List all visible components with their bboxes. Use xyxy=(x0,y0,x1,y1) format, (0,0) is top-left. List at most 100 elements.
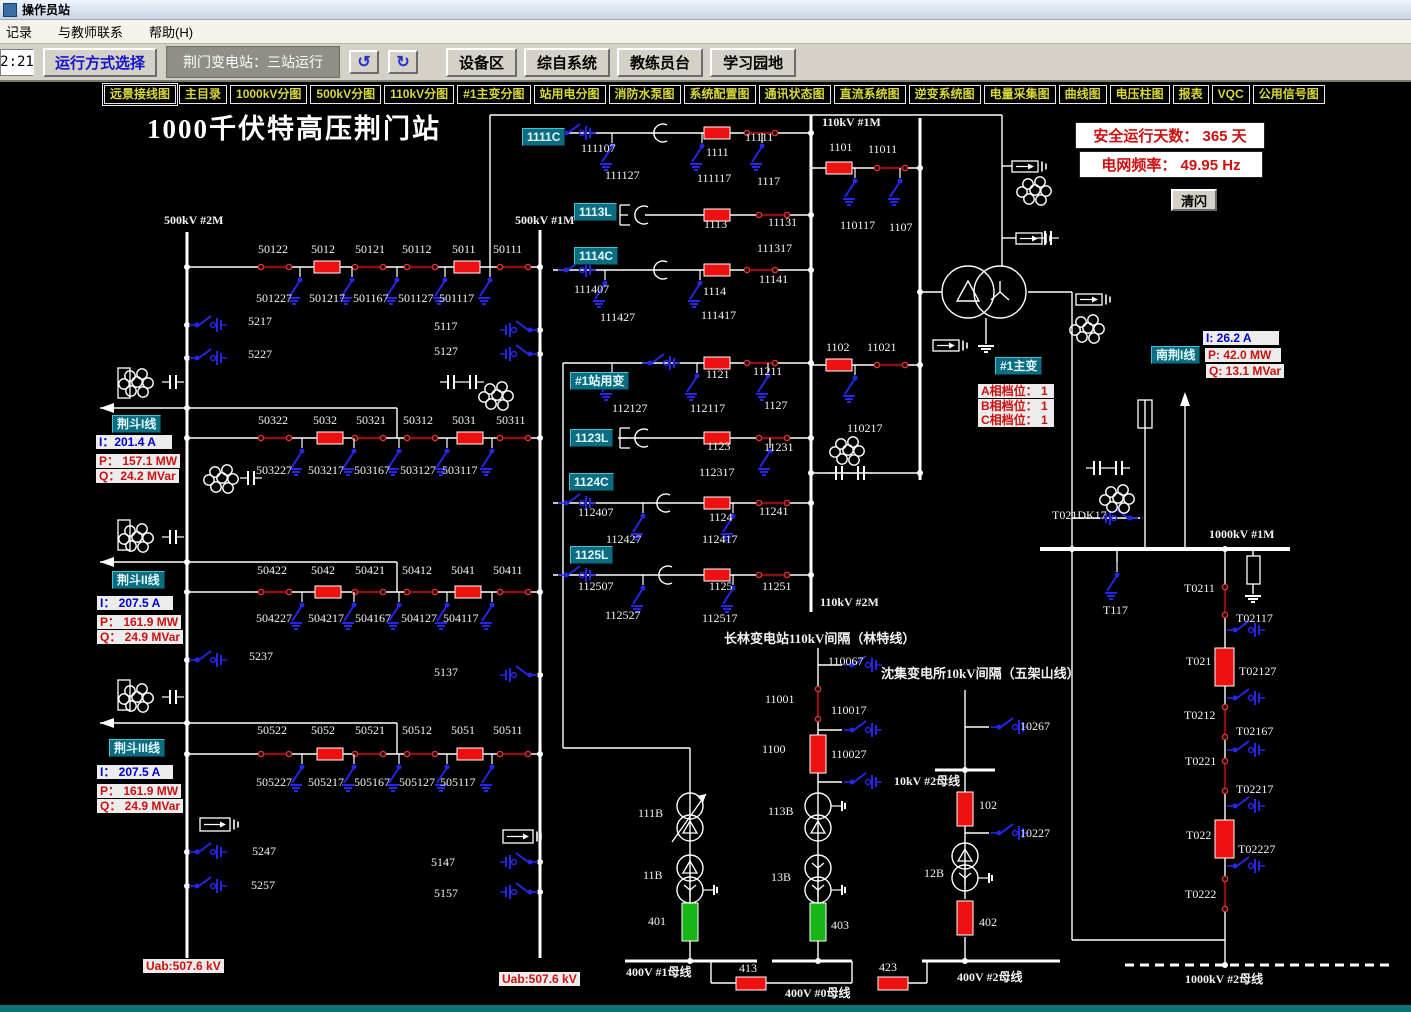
switch-contact[interactable] xyxy=(1249,864,1254,869)
breaker-symbol[interactable] xyxy=(457,748,483,760)
toolbar-button-0[interactable]: 设备区 xyxy=(446,48,517,77)
redo-icon[interactable]: ↻ xyxy=(388,50,418,74)
disconnector-contact[interactable] xyxy=(352,589,357,594)
undo-icon[interactable]: ↺ xyxy=(349,50,379,74)
breaker-symbol[interactable] xyxy=(878,977,908,990)
breaker-symbol[interactable] xyxy=(317,432,343,444)
tab-15[interactable]: 报表 xyxy=(1173,85,1209,104)
switch-contact[interactable] xyxy=(866,728,871,733)
disconnector-contact[interactable] xyxy=(258,435,263,440)
disconnector-contact[interactable] xyxy=(525,435,530,440)
tab-17[interactable]: 公用信号图 xyxy=(1253,85,1325,104)
breaker-symbol[interactable] xyxy=(704,497,730,509)
switch-symbol[interactable] xyxy=(997,831,1002,836)
breaker-symbol[interactable] xyxy=(315,586,341,598)
breaker-symbol[interactable] xyxy=(704,127,730,139)
switch-symbol[interactable] xyxy=(195,850,200,855)
switch-contact[interactable] xyxy=(1249,628,1254,633)
disconnector-contact[interactable] xyxy=(352,751,357,756)
disconnector-contact[interactable] xyxy=(380,264,385,269)
breaker-symbol[interactable] xyxy=(957,792,973,826)
tab-2[interactable]: 1000kV分图 xyxy=(230,85,307,104)
switch-symbol[interactable] xyxy=(195,884,200,889)
disconnector-contact[interactable] xyxy=(1222,906,1227,911)
switch-contact[interactable] xyxy=(866,780,871,785)
toolbar-button-1[interactable]: 综自系统 xyxy=(524,48,610,77)
tab-12[interactable]: 电量采集图 xyxy=(984,85,1056,104)
switch-contact[interactable] xyxy=(211,658,216,663)
switch-symbol[interactable] xyxy=(1233,864,1238,869)
tab-5[interactable]: #1主变分图 xyxy=(457,85,530,104)
switch-symbol[interactable] xyxy=(195,356,200,361)
switch-contact[interactable] xyxy=(866,663,871,668)
disconnector-contact[interactable] xyxy=(432,264,437,269)
disconnector-contact[interactable] xyxy=(1222,734,1227,739)
switch-symbol[interactable] xyxy=(1233,804,1238,809)
menu-item-1[interactable]: 与教师联系 xyxy=(58,22,123,41)
disconnector-contact[interactable] xyxy=(1222,584,1227,589)
disconnector-contact[interactable] xyxy=(286,589,291,594)
breaker-symbol[interactable] xyxy=(826,359,852,371)
disconnector-contact[interactable] xyxy=(744,360,749,365)
switch-contact[interactable] xyxy=(512,673,517,678)
switch-symbol[interactable] xyxy=(1233,748,1238,753)
disconnector-contact[interactable] xyxy=(497,435,502,440)
disconnector-contact[interactable] xyxy=(286,435,291,440)
disconnector-contact[interactable] xyxy=(1222,758,1227,763)
switch-symbol[interactable] xyxy=(528,673,533,678)
disconnector-contact[interactable] xyxy=(1222,788,1227,793)
tab-3[interactable]: 500kV分图 xyxy=(310,85,381,104)
switch-contact[interactable] xyxy=(211,884,216,889)
breaker-symbol[interactable] xyxy=(454,261,480,273)
switch-contact[interactable] xyxy=(512,860,517,865)
breaker-symbol[interactable] xyxy=(1215,648,1234,686)
breaker-symbol[interactable] xyxy=(317,748,343,760)
switch-symbol[interactable] xyxy=(195,323,200,328)
disconnector-contact[interactable] xyxy=(525,264,530,269)
tab-1[interactable]: 主目录 xyxy=(179,85,227,104)
disconnector-contact[interactable] xyxy=(525,589,530,594)
switch-symbol[interactable] xyxy=(1233,628,1238,633)
run-mode-select-button[interactable]: 运行方式选择 xyxy=(43,48,157,77)
disconnector-contact[interactable] xyxy=(380,589,385,594)
disconnector-contact[interactable] xyxy=(756,435,761,440)
breaker-symbol[interactable] xyxy=(1215,820,1234,858)
breaker-symbol[interactable] xyxy=(455,586,481,598)
disconnector-contact[interactable] xyxy=(404,264,409,269)
disconnector-contact[interactable] xyxy=(902,362,907,367)
disconnector-contact[interactable] xyxy=(756,212,761,217)
disconnector-contact[interactable] xyxy=(352,264,357,269)
disconnector-contact[interactable] xyxy=(874,165,879,170)
tab-8[interactable]: 系统配置图 xyxy=(684,85,756,104)
tab-16[interactable]: VQC xyxy=(1212,85,1250,104)
switch-symbol[interactable] xyxy=(850,728,855,733)
menu-item-0[interactable]: 记录 xyxy=(6,22,32,41)
disconnector-contact[interactable] xyxy=(432,589,437,594)
disconnector-contact[interactable] xyxy=(258,264,263,269)
disconnector-contact[interactable] xyxy=(352,435,357,440)
disconnector-contact[interactable] xyxy=(404,751,409,756)
disconnector-contact[interactable] xyxy=(497,589,502,594)
disconnector-contact[interactable] xyxy=(258,589,263,594)
switch-symbol[interactable] xyxy=(195,658,200,663)
toolbar-button-3[interactable]: 学习园地 xyxy=(710,48,796,77)
tab-4[interactable]: 110kV分图 xyxy=(384,85,454,104)
breaker-symbol[interactable] xyxy=(704,264,730,276)
switch-contact[interactable] xyxy=(211,323,216,328)
switch-symbol[interactable] xyxy=(564,268,569,273)
breaker-symbol[interactable] xyxy=(957,901,973,935)
switch-symbol[interactable] xyxy=(850,780,855,785)
switch-contact[interactable] xyxy=(512,352,517,357)
breaker-symbol[interactable] xyxy=(682,903,698,941)
disconnector-contact[interactable] xyxy=(497,751,502,756)
disconnector-contact[interactable] xyxy=(815,686,820,691)
switch-symbol[interactable] xyxy=(564,501,569,506)
switch-symbol[interactable] xyxy=(997,725,1002,730)
switch-symbol[interactable] xyxy=(528,328,533,333)
breaker-symbol[interactable] xyxy=(736,977,766,990)
switch-symbol[interactable] xyxy=(564,573,569,578)
disconnector-contact[interactable] xyxy=(1222,612,1227,617)
tab-11[interactable]: 逆变系统图 xyxy=(909,85,981,104)
clear-flash-button[interactable]: 清闪 xyxy=(1171,189,1217,211)
disconnector-contact[interactable] xyxy=(432,751,437,756)
